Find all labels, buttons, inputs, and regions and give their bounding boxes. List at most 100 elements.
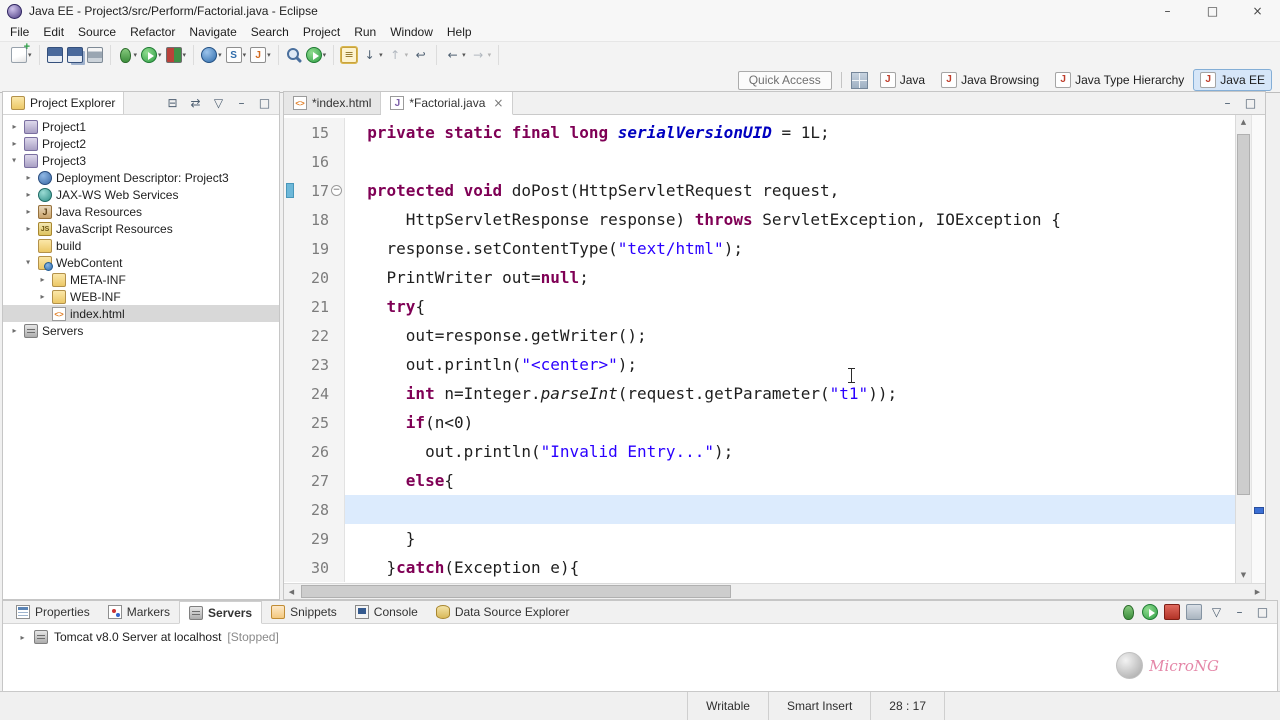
line-number[interactable]: 29 bbox=[295, 530, 329, 548]
next-annotation-dropdown-icon[interactable]: ▾ bbox=[379, 51, 383, 59]
new-wizard-button[interactable]: ▾ bbox=[10, 42, 33, 64]
run-button[interactable]: ▾ bbox=[140, 46, 163, 64]
line-number[interactable]: 22 bbox=[295, 327, 329, 345]
line-number[interactable]: 26 bbox=[295, 443, 329, 461]
code-line-17[interactable]: 17− protected void doPost(HttpServletReq… bbox=[284, 176, 1235, 205]
current-line[interactable] bbox=[345, 495, 1235, 524]
code-line-20[interactable]: 20 PrintWriter out= null; bbox=[284, 263, 1235, 292]
forward-button[interactable]: → ▾ bbox=[469, 46, 493, 65]
scroll-right-icon[interactable]: ▶ bbox=[1250, 588, 1265, 596]
menu-run[interactable]: Run bbox=[347, 23, 383, 41]
coverage-dropdown-icon[interactable]: ▾ bbox=[183, 51, 187, 59]
print-button[interactable] bbox=[86, 46, 104, 64]
next-annotation-button[interactable]: ↓ ▾ bbox=[360, 46, 384, 65]
scroll-down-icon[interactable]: ▼ bbox=[1236, 568, 1251, 583]
editor-tab-index-html[interactable]: *index.html bbox=[284, 92, 382, 114]
code-line-22[interactable]: 22 out=response.getWriter(); bbox=[284, 321, 1235, 350]
maximize-button[interactable]: □ bbox=[1190, 0, 1235, 22]
new-jsp-file-dropdown-icon[interactable]: ▾ bbox=[267, 51, 271, 59]
back-dropdown-icon[interactable]: ▾ bbox=[462, 51, 466, 59]
code-line-24[interactable]: 24 int n=Integer. parseInt (request.getPar… bbox=[284, 379, 1235, 408]
tree-item-meta-inf[interactable]: ▸ META-INF bbox=[3, 271, 279, 288]
new-jsp-file-button[interactable]: ▾ bbox=[249, 46, 272, 64]
menu-edit[interactable]: Edit bbox=[36, 23, 71, 41]
menu-source[interactable]: Source bbox=[71, 23, 123, 41]
horizontal-scrollbar[interactable]: ◀ ▶ bbox=[284, 583, 1265, 599]
line-number[interactable]: 18 bbox=[295, 211, 329, 229]
new-dynamic-web-project-button[interactable]: ▾ bbox=[200, 46, 223, 64]
tree-arrow-icon[interactable]: ▸ bbox=[23, 224, 34, 233]
tree-arrow-icon[interactable]: ▸ bbox=[9, 122, 20, 131]
tree-arrow-icon[interactable]: ▸ bbox=[23, 173, 34, 182]
tree-arrow-icon[interactable]: ▸ bbox=[24, 257, 33, 268]
code-line-25[interactable]: 25 if (n<0) bbox=[284, 408, 1235, 437]
external-tools-dropdown-icon[interactable]: ▾ bbox=[323, 51, 327, 59]
tree-arrow-icon[interactable]: ▸ bbox=[9, 326, 20, 335]
line-number[interactable]: 20 bbox=[295, 269, 329, 287]
debug-server-icon[interactable] bbox=[1123, 604, 1134, 620]
code-line-16[interactable]: 16 bbox=[284, 147, 1235, 176]
maximize-icon[interactable]: □ bbox=[256, 95, 273, 112]
line-number[interactable]: 15 bbox=[295, 124, 329, 142]
back-button[interactable]: ← ▾ bbox=[443, 46, 467, 65]
scroll-left-icon[interactable]: ◀ bbox=[284, 588, 299, 596]
project-explorer-tab[interactable]: Project Explorer bbox=[3, 92, 125, 114]
code-area[interactable]: 15 private static final long serialVersi… bbox=[284, 115, 1235, 583]
maximize-icon[interactable]: □ bbox=[1254, 604, 1271, 621]
tree-item-deployment-descriptor-project3[interactable]: ▸ Deployment Descriptor: Project3 bbox=[3, 169, 279, 186]
code-line-26[interactable]: 26 out.println("Invalid Entry..."); bbox=[284, 437, 1235, 466]
start-server-icon[interactable] bbox=[1142, 604, 1158, 620]
debug-dropdown-icon[interactable]: ▾ bbox=[134, 51, 138, 59]
external-tools-button[interactable]: ▾ bbox=[305, 46, 328, 64]
line-number[interactable]: 16 bbox=[295, 153, 329, 171]
tree-item-webcontent[interactable]: ▸ WebContent bbox=[3, 254, 279, 271]
tree-arrow-icon[interactable]: ▸ bbox=[23, 207, 34, 216]
save-button[interactable] bbox=[46, 46, 64, 64]
view-menu-icon[interactable]: ▽ bbox=[1208, 604, 1225, 621]
link-with-editor-icon[interactable]: ⇄ bbox=[187, 95, 204, 112]
line-number[interactable]: 27 bbox=[295, 472, 329, 490]
new-dynamic-web-project-dropdown-icon[interactable]: ▾ bbox=[218, 51, 222, 59]
vertical-scrollbar-thumb[interactable] bbox=[1237, 134, 1250, 496]
minimize-icon[interactable]: – bbox=[233, 95, 250, 112]
tree-arrow-icon[interactable]: ▸ bbox=[9, 139, 20, 148]
minimize-icon[interactable]: – bbox=[1231, 604, 1248, 621]
view-tab-console[interactable]: Console bbox=[346, 601, 427, 623]
tree-item-project2[interactable]: ▸ Project2 bbox=[3, 135, 279, 152]
menu-help[interactable]: Help bbox=[440, 23, 479, 41]
tree-item-javascript-resources[interactable]: ▸JavaScript Resources bbox=[3, 220, 279, 237]
tree-arrow-icon[interactable]: ▸ bbox=[23, 190, 34, 199]
tree-item-servers[interactable]: ▸ Servers bbox=[3, 322, 279, 339]
view-tab-servers[interactable]: Servers bbox=[179, 601, 263, 624]
vertical-scrollbar[interactable]: ▲ ▼ bbox=[1235, 115, 1251, 583]
menu-window[interactable]: Window bbox=[383, 23, 440, 41]
tree-item-index-html[interactable]: index.html bbox=[3, 305, 279, 322]
tree-item-java-resources[interactable]: ▸Java Resources bbox=[3, 203, 279, 220]
tree-item-jax-ws-web-services[interactable]: ▸ JAX-WS Web Services bbox=[3, 186, 279, 203]
line-number[interactable]: 30 bbox=[295, 559, 329, 577]
tree-arrow-icon[interactable]: ▸ bbox=[37, 292, 48, 301]
code-line-28[interactable]: 28 bbox=[284, 495, 1235, 524]
previous-annotation-dropdown-icon[interactable]: ▾ bbox=[405, 51, 409, 59]
search-button[interactable] bbox=[285, 46, 303, 64]
server-entry[interactable]: ▸ Tomcat v8.0 Server at localhost [Stopp… bbox=[3, 624, 1277, 644]
previous-annotation-button[interactable]: ↑ ▾ bbox=[386, 46, 410, 65]
perspective-java-browsing[interactable]: J Java Browsing bbox=[934, 69, 1046, 91]
fold-collapse-icon[interactable]: − bbox=[331, 185, 342, 196]
line-number[interactable]: 21 bbox=[295, 298, 329, 316]
line-number[interactable]: 24 bbox=[295, 385, 329, 403]
view-menu-icon[interactable]: ▽ bbox=[210, 95, 227, 112]
code-line-21[interactable]: 21 try{ bbox=[284, 292, 1235, 321]
tree-item-build[interactable]: build bbox=[3, 237, 279, 254]
menu-refactor[interactable]: Refactor bbox=[123, 23, 182, 41]
view-tab-data-source-explorer[interactable]: Data Source Explorer bbox=[427, 601, 579, 623]
coverage-button[interactable]: ▾ bbox=[165, 46, 188, 64]
overview-annotation-marker[interactable] bbox=[1254, 507, 1264, 514]
mark-occurrences-button[interactable] bbox=[340, 46, 359, 64]
editor-tab-factorial-java[interactable]: *Factorial.java× bbox=[381, 92, 514, 115]
menu-project[interactable]: Project bbox=[296, 23, 347, 41]
view-tab-properties[interactable]: Properties bbox=[7, 601, 99, 623]
quick-access-box[interactable]: Quick Access bbox=[737, 70, 832, 90]
menu-navigate[interactable]: Navigate bbox=[182, 23, 243, 41]
run-dropdown-icon[interactable]: ▾ bbox=[158, 51, 162, 59]
